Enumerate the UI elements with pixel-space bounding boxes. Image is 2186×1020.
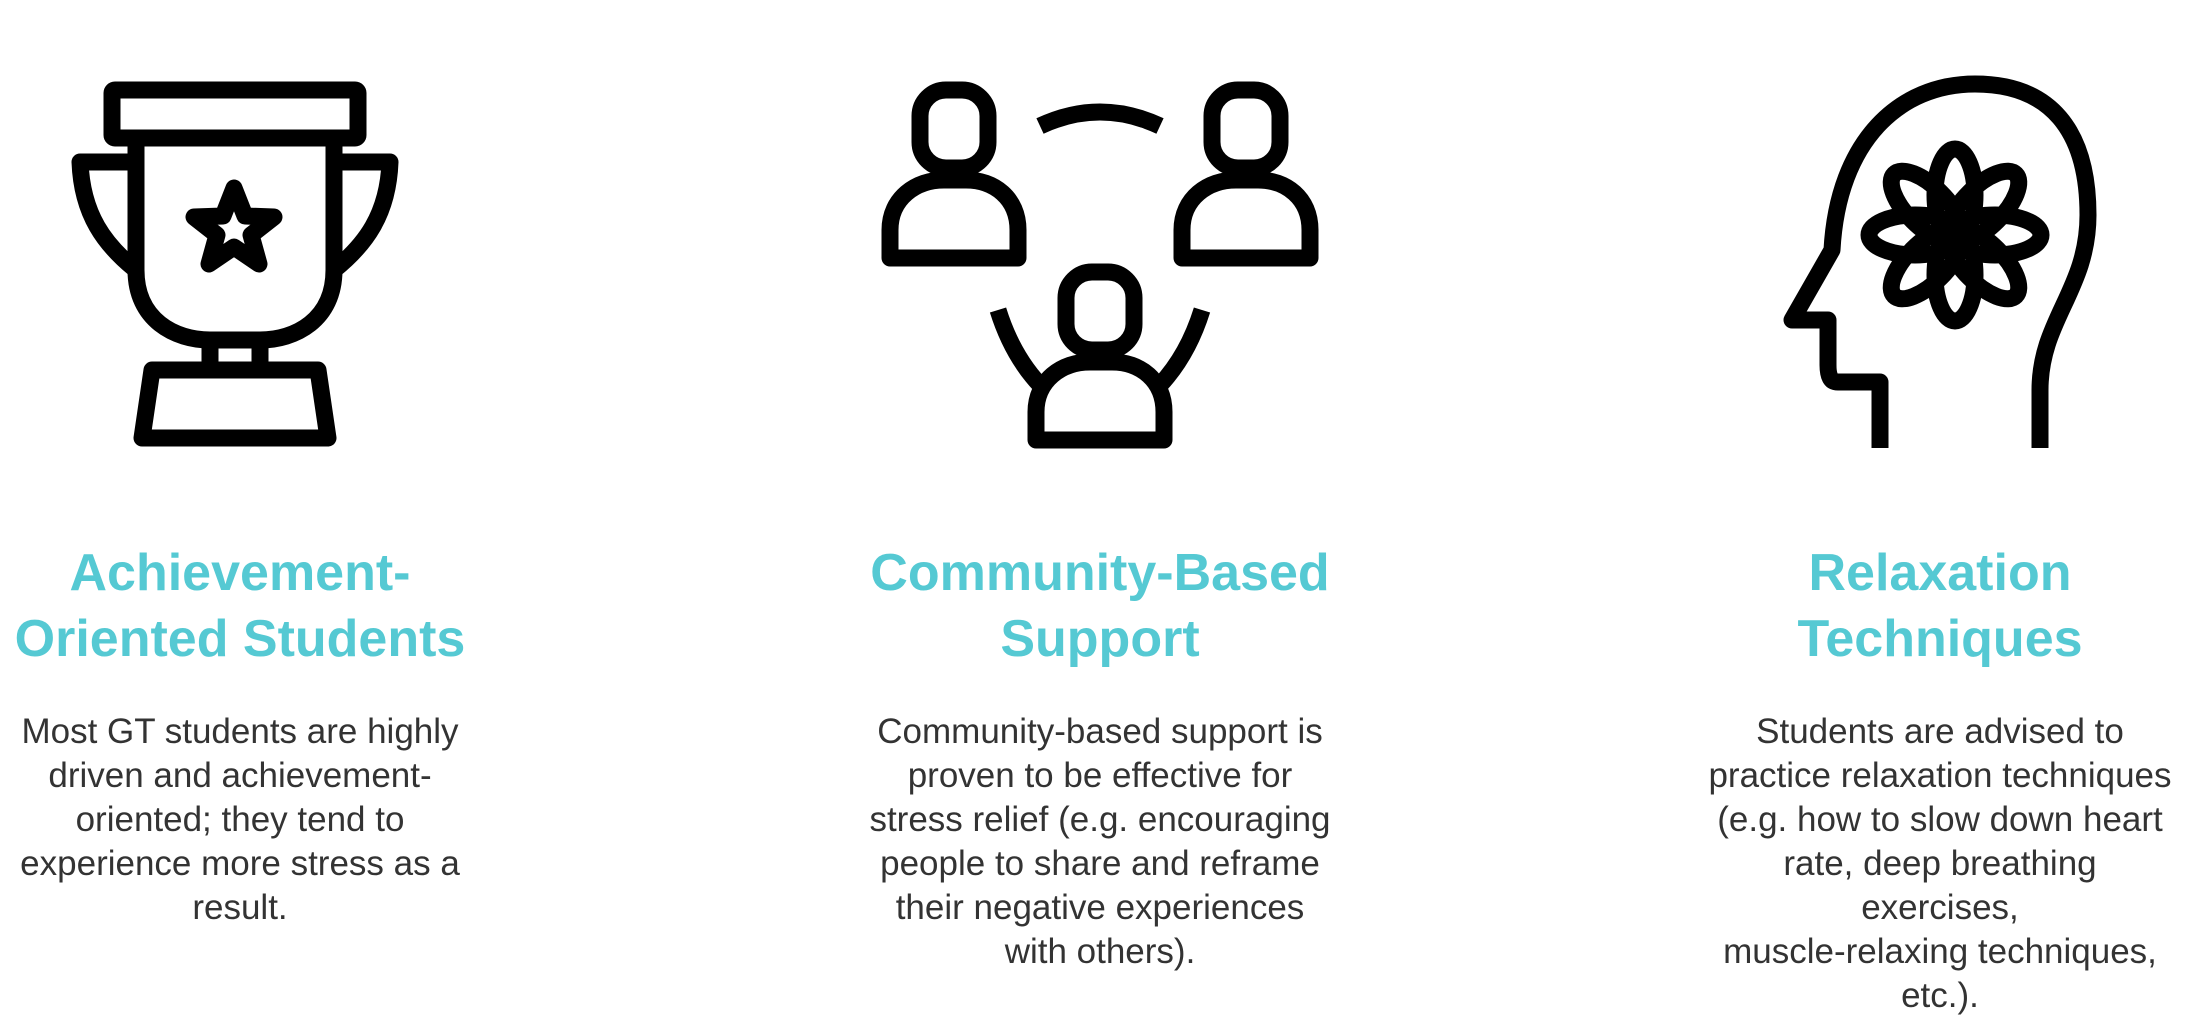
description-line: proven to be effective for	[907, 756, 1293, 795]
description-line: people to share and reframe	[880, 844, 1320, 883]
trophy-icon	[10, 70, 470, 470]
description-line: Most GT students are highly	[21, 712, 459, 751]
title-line: Oriented Students	[14, 610, 466, 668]
description-line: with others).	[1004, 932, 1196, 971]
feature-description: Students are advised to practice relaxat…	[1700, 710, 2180, 1018]
title-line: Achievement-	[69, 544, 411, 602]
description-line: experience more stress as a	[20, 844, 460, 883]
description-line: rate, deep breathing exercises,	[1783, 844, 2097, 927]
description-line: their negative experiences	[895, 888, 1305, 927]
title-line: Relaxation	[1808, 544, 2072, 602]
feature-title: Community-Based Support	[860, 540, 1340, 672]
title-line: Support	[1000, 610, 1200, 668]
feature-card-relaxation: Relaxation Techniques Students are advis…	[1700, 0, 2180, 1020]
community-icon	[870, 70, 1330, 470]
feature-card-community: Community-Based Support Community-based …	[860, 0, 1340, 1020]
description-line: driven and achievement-	[48, 756, 432, 795]
description-line: Community-based support is	[877, 712, 1323, 751]
feature-title: Achievement- Oriented Students	[0, 540, 480, 672]
mind-relaxation-icon	[1710, 70, 2170, 470]
description-line: practice relaxation techniques	[1708, 756, 2172, 795]
description-line: Students are advised to	[1756, 712, 2124, 751]
description-line: (e.g. how to slow down heart	[1717, 800, 2163, 839]
title-line: Community-Based	[870, 544, 1330, 602]
description-line: muscle-relaxing techniques,	[1723, 932, 2157, 971]
feature-card-achievement: Achievement- Oriented Students Most GT s…	[0, 0, 480, 1020]
description-line: result.	[192, 888, 288, 927]
description-line: oriented; they tend to	[75, 800, 405, 839]
feature-description: Most GT students are highly driven and a…	[0, 710, 480, 930]
description-line: stress relief (e.g. encouraging	[869, 800, 1331, 839]
description-line: etc.).	[1901, 976, 1979, 1015]
title-line: Techniques	[1797, 610, 2083, 668]
feature-description: Community-based support is proven to be …	[860, 710, 1340, 974]
feature-title: Relaxation Techniques	[1700, 540, 2180, 672]
